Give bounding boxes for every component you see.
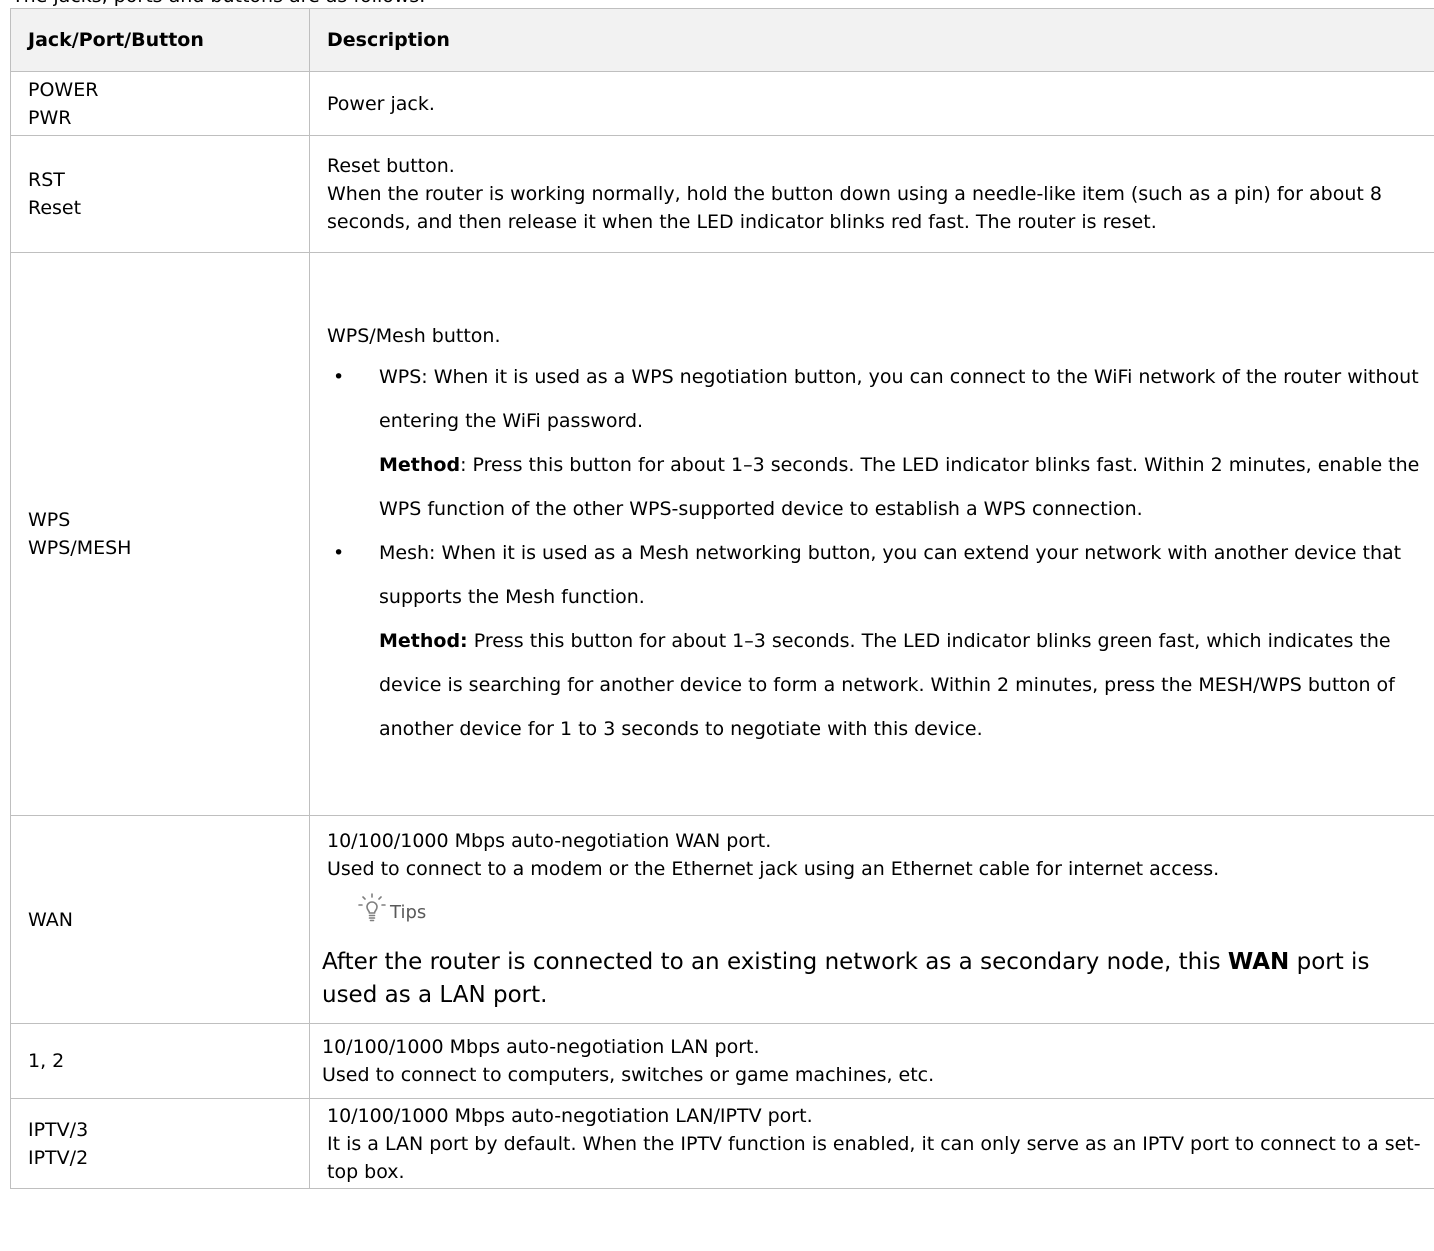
tips-callout: Tips (358, 893, 1429, 932)
jack-name: PWR (28, 106, 72, 129)
description-title: 10/100/1000 Mbps auto-negotiation WAN po… (327, 830, 772, 852)
jack-name: IPTV/2 (28, 1146, 89, 1169)
bullet-list: • WPS: When it is used as a WPS negotiat… (327, 355, 1429, 751)
jack-name: POWER (28, 78, 99, 101)
table-row-wps: WPS WPS/MESH WPS/Mesh button. • WPS: Whe… (10, 252, 1434, 816)
description-cell: 10/100/1000 Mbps auto-negotiation LAN/IP… (309, 1098, 1434, 1189)
description-body: When the router is working normally, hol… (327, 183, 1382, 233)
description-cell: 10/100/1000 Mbps auto-negotiation WAN po… (309, 815, 1434, 1024)
column-header-description: Description (309, 8, 1434, 72)
jack-name-cell: WPS WPS/MESH (10, 252, 310, 816)
method-paragraph: Method: Press this button for about 1–3 … (379, 443, 1429, 531)
jack-name-cell: 1, 2 (10, 1023, 310, 1099)
jack-name: WPS/MESH (28, 537, 132, 559)
jack-name: 1, 2 (28, 1050, 65, 1072)
jack-name-cell: RST Reset (10, 135, 310, 253)
method-label: Method (379, 454, 461, 476)
description-body: It is a LAN port by default. When the IP… (327, 1132, 1421, 1183)
jack-name-cell: IPTV/3 IPTV/2 (10, 1098, 310, 1189)
tips-label: Tips (390, 901, 427, 923)
jack-name-cell: WAN (10, 815, 310, 1024)
description-title: Reset button. (327, 155, 455, 177)
bullet-icon: • (333, 542, 345, 564)
table-row-iptv: IPTV/3 IPTV/2 10/100/1000 Mbps auto-nego… (10, 1098, 1434, 1189)
description-cell: Reset button. When the router is working… (309, 135, 1434, 253)
description-title: 10/100/1000 Mbps auto-negotiation LAN po… (322, 1036, 760, 1058)
description-cell: WPS/Mesh button. • WPS: When it is used … (309, 252, 1434, 816)
bullet-text: WPS: When it is used as a WPS negotiatio… (379, 366, 1419, 432)
section-caption: The jacks, ports and buttons are as foll… (12, 0, 425, 8)
description-title: 10/100/1000 Mbps auto-negotiation LAN/IP… (327, 1104, 813, 1127)
jack-name: RST (28, 169, 65, 191)
bullet-icon: • (333, 366, 345, 388)
list-item-wps: • WPS: When it is used as a WPS negotiat… (327, 355, 1429, 531)
method-label: Method: (379, 630, 468, 652)
description-title: WPS/Mesh button. (327, 325, 501, 347)
ports-table: Jack/Port/Button Description POWER PWR P… (10, 8, 1434, 1189)
jack-name: WPS (28, 509, 71, 531)
description-cell: Power jack. (309, 71, 1434, 136)
jack-name: WAN (28, 908, 73, 931)
table-header-row: Jack/Port/Button Description (10, 8, 1434, 72)
jack-name: Reset (28, 197, 82, 219)
lightbulb-icon (358, 893, 386, 932)
method-paragraph: Method: Press this button for about 1–3 … (379, 619, 1429, 751)
list-item-mesh: • Mesh: When it is used as a Mesh networ… (327, 531, 1429, 751)
jack-name: IPTV/3 (28, 1118, 89, 1141)
table-row-power: POWER PWR Power jack. (10, 71, 1434, 136)
jack-name-cell: POWER PWR (10, 71, 310, 136)
tip-text: After the router is connected to an exis… (322, 949, 1370, 1008)
description-cell: 10/100/1000 Mbps auto-negotiation LAN po… (309, 1023, 1434, 1099)
table-row-wan: WAN 10/100/1000 Mbps auto-negotiation WA… (10, 815, 1434, 1024)
method-text: Press this button for about 1–3 seconds.… (379, 630, 1395, 740)
description-body: Used to connect to computers, switches o… (322, 1064, 935, 1086)
column-header-jack: Jack/Port/Button (10, 8, 310, 72)
description-body: Used to connect to a modem or the Ethern… (327, 858, 1220, 880)
table-row-lan: 1, 2 10/100/1000 Mbps auto-negotiation L… (10, 1023, 1434, 1099)
method-text: : Press this button for about 1–3 second… (379, 454, 1420, 520)
table-row-reset: RST Reset Reset button. When the router … (10, 135, 1434, 253)
bullet-text: Mesh: When it is used as a Mesh networki… (379, 542, 1402, 608)
